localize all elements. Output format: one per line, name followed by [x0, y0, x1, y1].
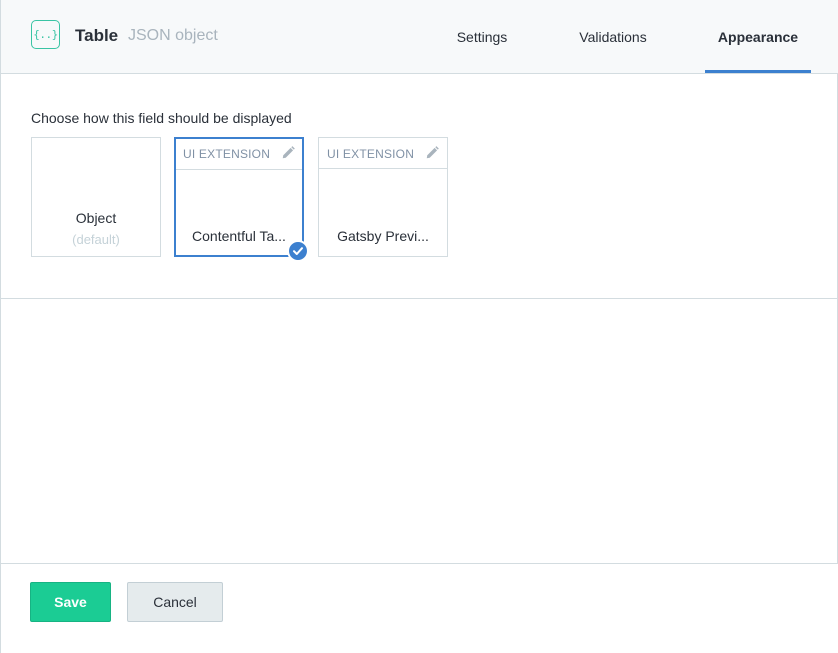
save-button[interactable]: Save [30, 582, 111, 622]
tab-settings[interactable]: Settings [431, 0, 533, 74]
field-settings-dialog: {..} Table JSON object Settings Validati… [0, 0, 838, 653]
cancel-button[interactable]: Cancel [127, 582, 223, 622]
ui-extension-tag: UI EXTENSION [183, 147, 271, 161]
widget-header: UI EXTENSION [176, 139, 302, 170]
widget-label: Contentful Ta... [192, 228, 286, 244]
widget-header: UI EXTENSION [319, 138, 447, 169]
widget-option-contentful-table[interactable]: UI EXTENSION Contentful Ta... [174, 137, 304, 257]
dialog-header: {..} Table JSON object Settings Validati… [1, 0, 838, 74]
pencil-icon[interactable] [425, 146, 439, 160]
widget-label: Object [75, 210, 117, 226]
tab-appearance[interactable]: Appearance [705, 0, 811, 74]
widget-option-object[interactable]: Object (default) [31, 137, 161, 257]
widget-label: Gatsby Previ... [337, 228, 429, 244]
ui-extension-tag: UI EXTENSION [327, 147, 415, 161]
tab-validations[interactable]: Validations [553, 0, 673, 74]
widget-option-gatsby-preview[interactable]: UI EXTENSION Gatsby Previ... [318, 137, 448, 257]
active-tab-indicator [705, 70, 811, 73]
json-object-icon: {..} [31, 20, 60, 49]
pencil-icon[interactable] [281, 146, 295, 160]
section-divider [1, 298, 838, 299]
appearance-prompt: Choose how this field should be displaye… [31, 110, 292, 126]
field-name: Table [75, 26, 119, 45]
widget-default-label: (default) [72, 232, 120, 247]
field-type: JSON object [128, 27, 218, 44]
selected-check-icon [287, 240, 309, 262]
